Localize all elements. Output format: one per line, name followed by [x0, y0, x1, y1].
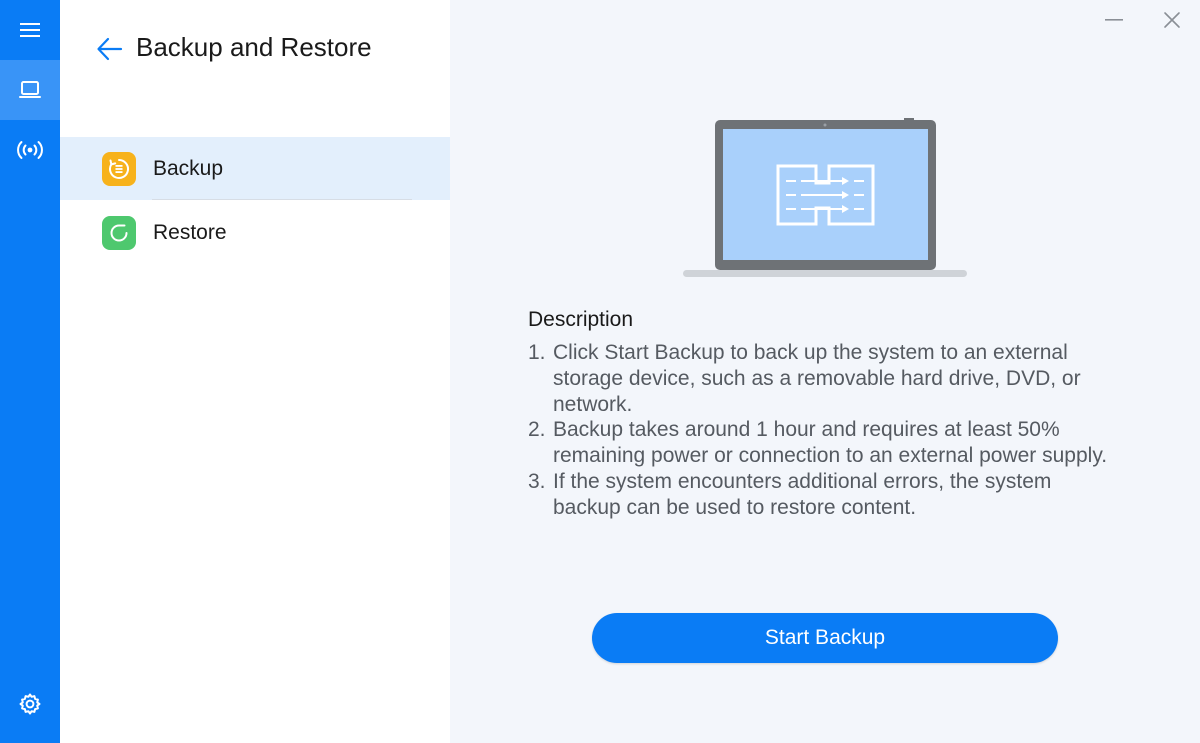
hamburger-icon	[20, 23, 40, 37]
gear-icon	[19, 693, 41, 715]
list-item-text: Click Start Backup to back up the system…	[553, 341, 1081, 416]
list-item-number: 2.	[528, 418, 546, 442]
laptop-backup-illustration	[683, 118, 967, 277]
list-item-number: 1.	[528, 341, 546, 364]
back-arrow-icon[interactable]	[95, 34, 125, 64]
restore-icon	[102, 215, 136, 250]
minimize-icon[interactable]	[1104, 10, 1124, 30]
laptop-icon	[19, 81, 41, 98]
list-item: 2. Backup takes around 1 hour and requir…	[528, 417, 1108, 469]
sidebar-item-label: Restore	[153, 220, 227, 244]
sidebar-item-backup[interactable]: Backup	[60, 137, 450, 200]
description-heading: Description	[528, 308, 634, 331]
divider	[152, 199, 412, 200]
settings-button[interactable]	[0, 674, 60, 734]
list-item: 1. Click Start Backup to back up the sys…	[528, 340, 1108, 417]
description-list: 1. Click Start Backup to back up the sys…	[528, 340, 1108, 521]
start-backup-button[interactable]: Start Backup	[592, 613, 1058, 663]
sidebar-panel	[60, 0, 450, 743]
sidebar-item-label: Backup	[153, 156, 224, 180]
list-item: 3. If the system encounters additional e…	[528, 469, 1108, 521]
list-item-text: If the system encounters additional erro…	[553, 469, 1052, 519]
wireless-nav-button[interactable]	[0, 120, 60, 180]
list-item-text: Backup takes around 1 hour and requires …	[553, 418, 1108, 468]
menu-button[interactable]	[0, 0, 60, 60]
sidebar-item-restore[interactable]: Restore	[60, 201, 450, 264]
device-nav-button[interactable]	[0, 60, 60, 120]
backup-icon	[102, 151, 136, 186]
close-icon[interactable]	[1162, 10, 1182, 30]
left-rail	[0, 0, 60, 743]
wireless-broadcast-icon	[17, 141, 43, 159]
page-title: Backup and Restore	[136, 32, 372, 62]
list-item-number: 3.	[528, 469, 546, 493]
